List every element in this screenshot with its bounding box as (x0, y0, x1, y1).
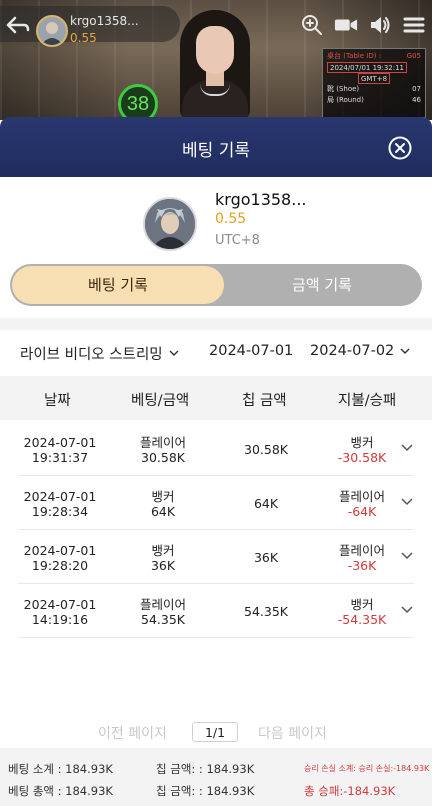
modal-title: 베팅 기록 (182, 141, 250, 161)
table-header: 날짜 베팅/금액 칩 금액 지불/승패 (0, 376, 432, 420)
table-info-panel: 桌台 (Table ID) : G05 2024/07/01 19:32:11 … (322, 48, 426, 118)
modal-header: 베팅 기록 (0, 117, 432, 177)
close-icon[interactable] (388, 136, 412, 160)
avatar[interactable] (143, 197, 197, 251)
dealer-image (172, 10, 258, 120)
row-datetime: 2024-07-01 19:31:37 (23, 435, 97, 465)
game-filter-dropdown[interactable]: 라이브 비디오 스트리밍 (20, 343, 179, 364)
end-date-label: 2024-07-02 (310, 343, 395, 359)
profile-username: krgo1358... (215, 190, 307, 209)
record-tabs: 베팅 기록 금액 기록 (10, 264, 422, 306)
end-date-picker[interactable]: 2024-07-02 (310, 343, 410, 359)
next-page-button[interactable]: 다음 페이지 (258, 723, 327, 743)
tab-bet-history[interactable]: 베팅 기록 (12, 266, 224, 304)
row-datetime: 2024-07-01 19:28:34 (23, 489, 97, 519)
row-payout: 뱅커 -30.58K (337, 435, 387, 465)
table-row[interactable]: 2024-07-01 19:28:34 뱅커 64K 64K 플레이어 -64K (0, 476, 432, 530)
column-header-bet-amount: 베팅/금액 (131, 393, 190, 409)
row-chip-amount: 54.35K (244, 604, 288, 619)
start-date-label: 2024-07-01 (209, 343, 294, 359)
top-toolbar (300, 12, 426, 38)
bet-subtotal: 베팅 소계 : 184.93K (8, 762, 113, 776)
pagination: 이전 페이지 1/1 다음 페이지 (0, 722, 432, 744)
row-chip-amount: 64K (253, 496, 279, 511)
row-datetime: 2024-07-01 14:19:16 (23, 597, 97, 627)
page-indicator[interactable]: 1/1 (192, 722, 238, 742)
row-bet: 플레이어 30.58K (139, 435, 186, 465)
chevron-down-icon[interactable] (401, 552, 413, 560)
table-info-row: 桌台 (Table ID) : G05 (327, 52, 421, 60)
column-header-date: 날짜 (44, 393, 71, 409)
chevron-down-icon (400, 348, 410, 354)
table-row[interactable]: 2024-07-01 14:19:16 플레이어 54.35K 54.35K 뱅커 -… (0, 584, 432, 638)
profile-balance: 0.55 (215, 211, 247, 227)
row-payout: 뱅커 -54.35K (337, 597, 387, 627)
game-filter-label: 라이브 비디오 스트리밍 (20, 347, 163, 363)
chip-total: 칩 금액: : 184.93K (156, 784, 255, 798)
table-info-row: 2024/07/01 19:32:11 (327, 62, 421, 73)
bet-total: 베팅 총액 : 184.93K (8, 784, 113, 798)
row-bet: 뱅커 36K (150, 543, 176, 573)
chevron-down-icon (169, 350, 179, 356)
column-header-payout: 지불/승패 (338, 393, 397, 409)
summary-footer: 베팅 소계 : 184.93K 칩 금액: : 184.93K 승리 손실 소계… (0, 748, 432, 806)
menu-icon[interactable] (402, 13, 426, 37)
chevron-down-icon[interactable] (401, 606, 413, 614)
table-row[interactable]: 2024-07-01 19:28:20 뱅커 36K 36K 플레이어 -36K (0, 530, 432, 584)
row-chip-amount: 36K (253, 550, 279, 565)
row-payout: 플레이어 -36K (338, 543, 385, 573)
back-arrow-icon[interactable] (6, 16, 30, 34)
table-info-row: 局 (Round) 46 (327, 96, 421, 104)
table-row[interactable]: 2024-07-01 19:31:37 플레이어 30.58K 30.58K 뱅커 -… (0, 422, 432, 476)
table-info-row: 靴 (Shoe) 07 (327, 85, 421, 93)
player-info-bar: krgo1358... 0.55 (0, 6, 180, 47)
mini-username: krgo1358... (70, 14, 139, 28)
previous-page-button[interactable]: 이전 페이지 (98, 723, 167, 743)
chip-subtotal: 칩 금액: : 184.93K (156, 762, 255, 776)
chevron-down-icon[interactable] (401, 498, 413, 506)
row-chip-amount: 30.58K (244, 442, 288, 457)
mini-balance: 0.55 (70, 31, 97, 45)
row-bet: 플레이어 54.35K (139, 597, 186, 627)
tab-amount-history[interactable]: 금액 기록 (224, 266, 420, 304)
column-header-chip-amount: 칩 금액 (242, 393, 287, 409)
start-date-picker[interactable]: 2024-07-01 (209, 343, 293, 359)
mini-avatar[interactable] (36, 15, 68, 47)
zoom-in-icon[interactable] (300, 13, 324, 37)
camera-icon[interactable] (334, 13, 358, 37)
row-payout: 플레이어 -64K (338, 489, 385, 519)
win-loss-subtotal: 승리 손실 소계: 승리 손실:-184.93K (304, 764, 430, 773)
section-divider (0, 318, 432, 330)
chevron-down-icon[interactable] (401, 444, 413, 452)
win-loss-total: 총 승패:-184.93K (304, 784, 396, 798)
speaker-icon[interactable] (368, 13, 392, 37)
table-info-row: GMT+8 (327, 73, 421, 84)
row-bet: 뱅커 64K (150, 489, 176, 519)
row-datetime: 2024-07-01 19:28:20 (23, 543, 97, 573)
profile-timezone: UTC+8 (215, 233, 260, 248)
